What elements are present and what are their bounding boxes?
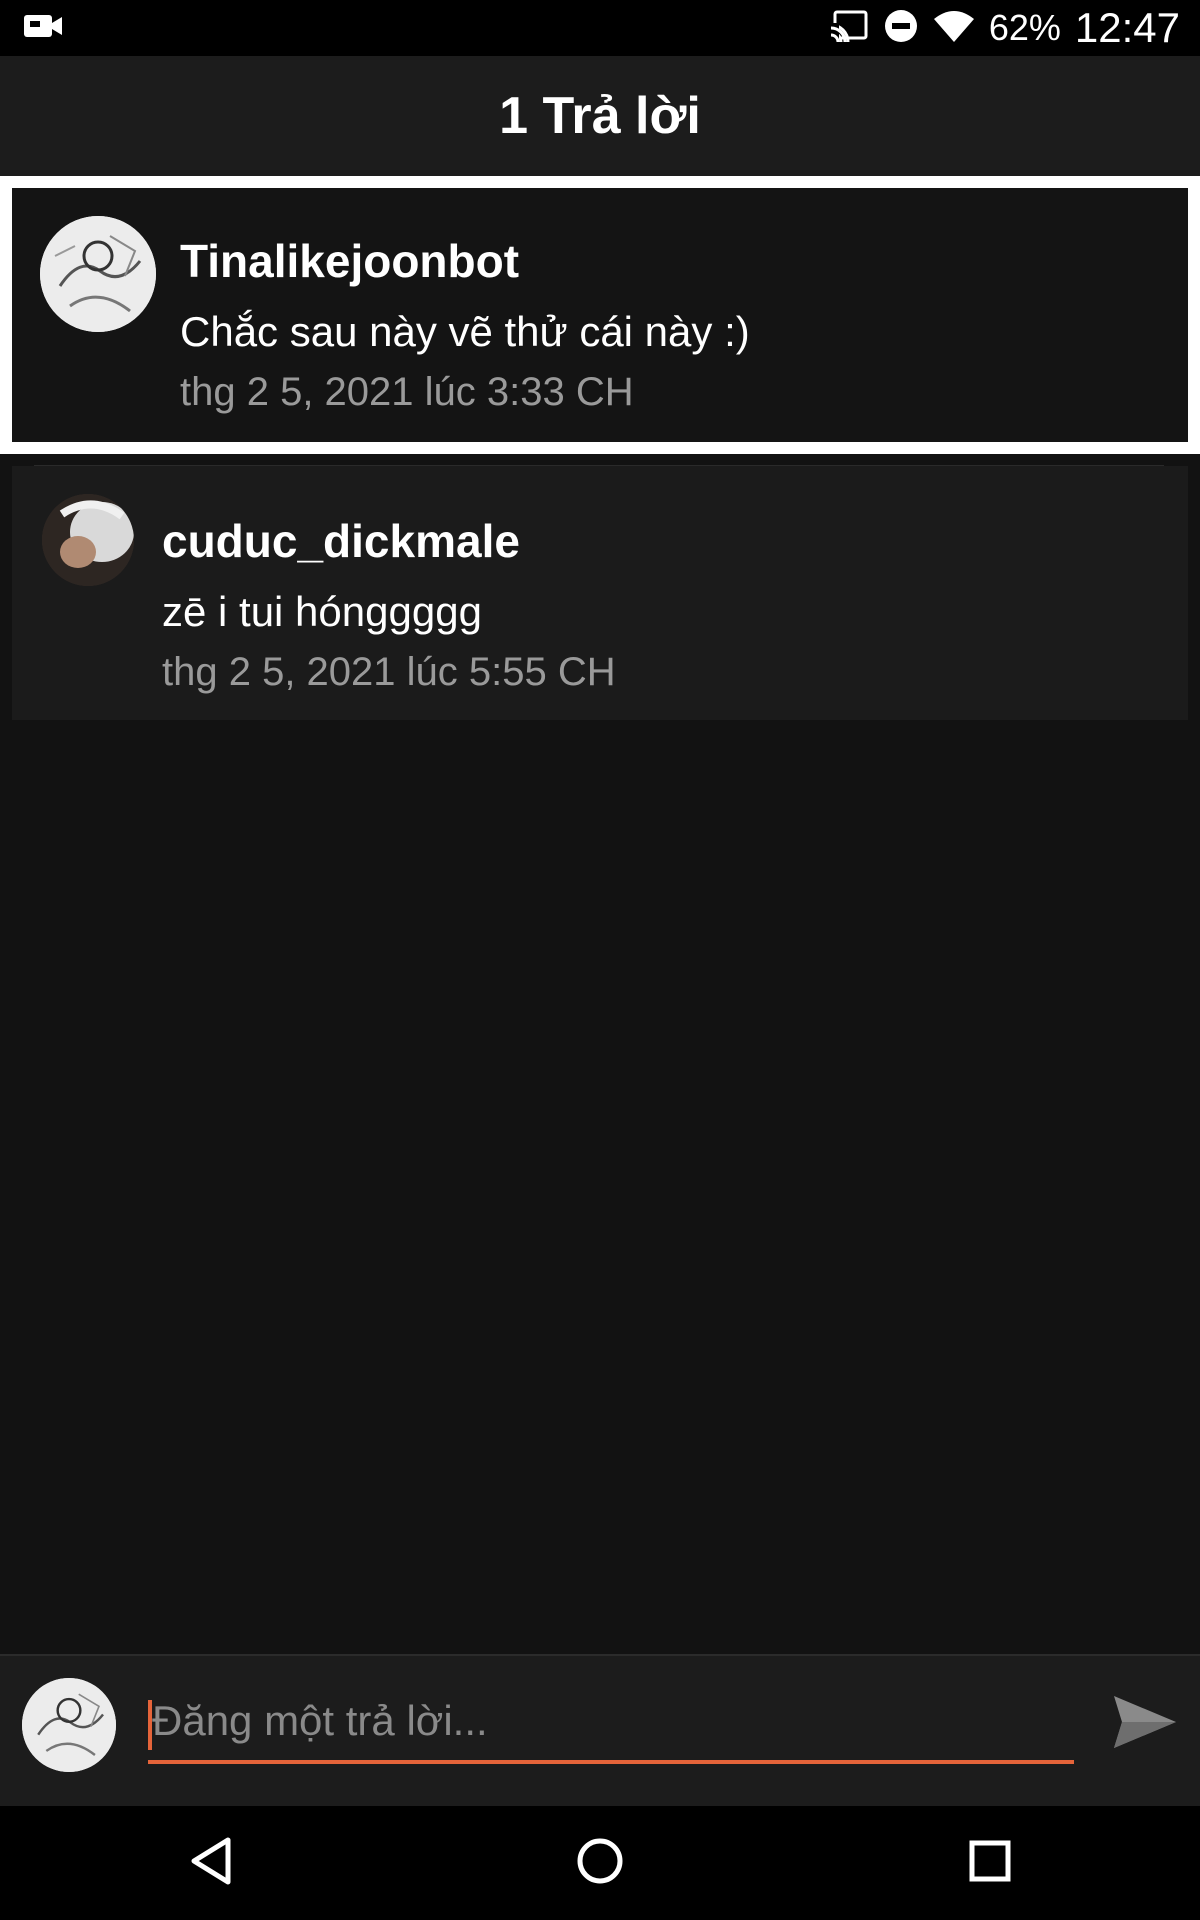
back-button[interactable]: [176, 1828, 246, 1898]
wifi-icon: [933, 9, 975, 48]
comment-text: Chắc sau này vẽ thử cái này :): [180, 308, 750, 355]
send-button[interactable]: [1100, 1682, 1190, 1766]
comment-item[interactable]: Tinalikejoonbot Chắc sau này vẽ thử cái …: [0, 176, 1200, 454]
back-icon: [188, 1836, 234, 1891]
comment-item[interactable]: cuduc_dickmale zē i tui hónggggg thg 2 5…: [12, 466, 1188, 720]
app-bar: 1 Trả lời: [0, 56, 1200, 176]
cast-icon: [828, 9, 869, 48]
text-cursor: [148, 1700, 152, 1750]
comment-text: zē i tui hónggggg: [162, 588, 482, 635]
avatar[interactable]: [42, 494, 134, 586]
system-nav-bar: [0, 1806, 1200, 1920]
send-icon: [1112, 1692, 1178, 1757]
battery-percent: 62%: [988, 7, 1061, 48]
comment-timestamp: thg 2 5, 2021 lúc 5:55 CH: [162, 650, 616, 694]
video-call-icon: [22, 11, 64, 46]
reply-input[interactable]: [148, 1682, 1074, 1764]
comment-author[interactable]: Tinalikejoonbot: [180, 234, 750, 288]
comment-timestamp: thg 2 5, 2021 lúc 3:33 CH: [180, 370, 634, 414]
home-button[interactable]: [565, 1828, 635, 1898]
home-icon: [575, 1836, 625, 1891]
status-bar: 62% 12:47: [0, 0, 1200, 56]
clock: 12:47: [1074, 4, 1180, 51]
recents-button[interactable]: [955, 1828, 1025, 1898]
avatar: [22, 1678, 116, 1772]
recents-icon: [968, 1839, 1012, 1888]
avatar[interactable]: [40, 216, 156, 332]
do-not-disturb-icon: [883, 8, 919, 49]
reply-composer: [0, 1654, 1200, 1806]
comment-author[interactable]: cuduc_dickmale: [162, 514, 616, 568]
page-title: 1 Trả lời: [499, 87, 701, 145]
